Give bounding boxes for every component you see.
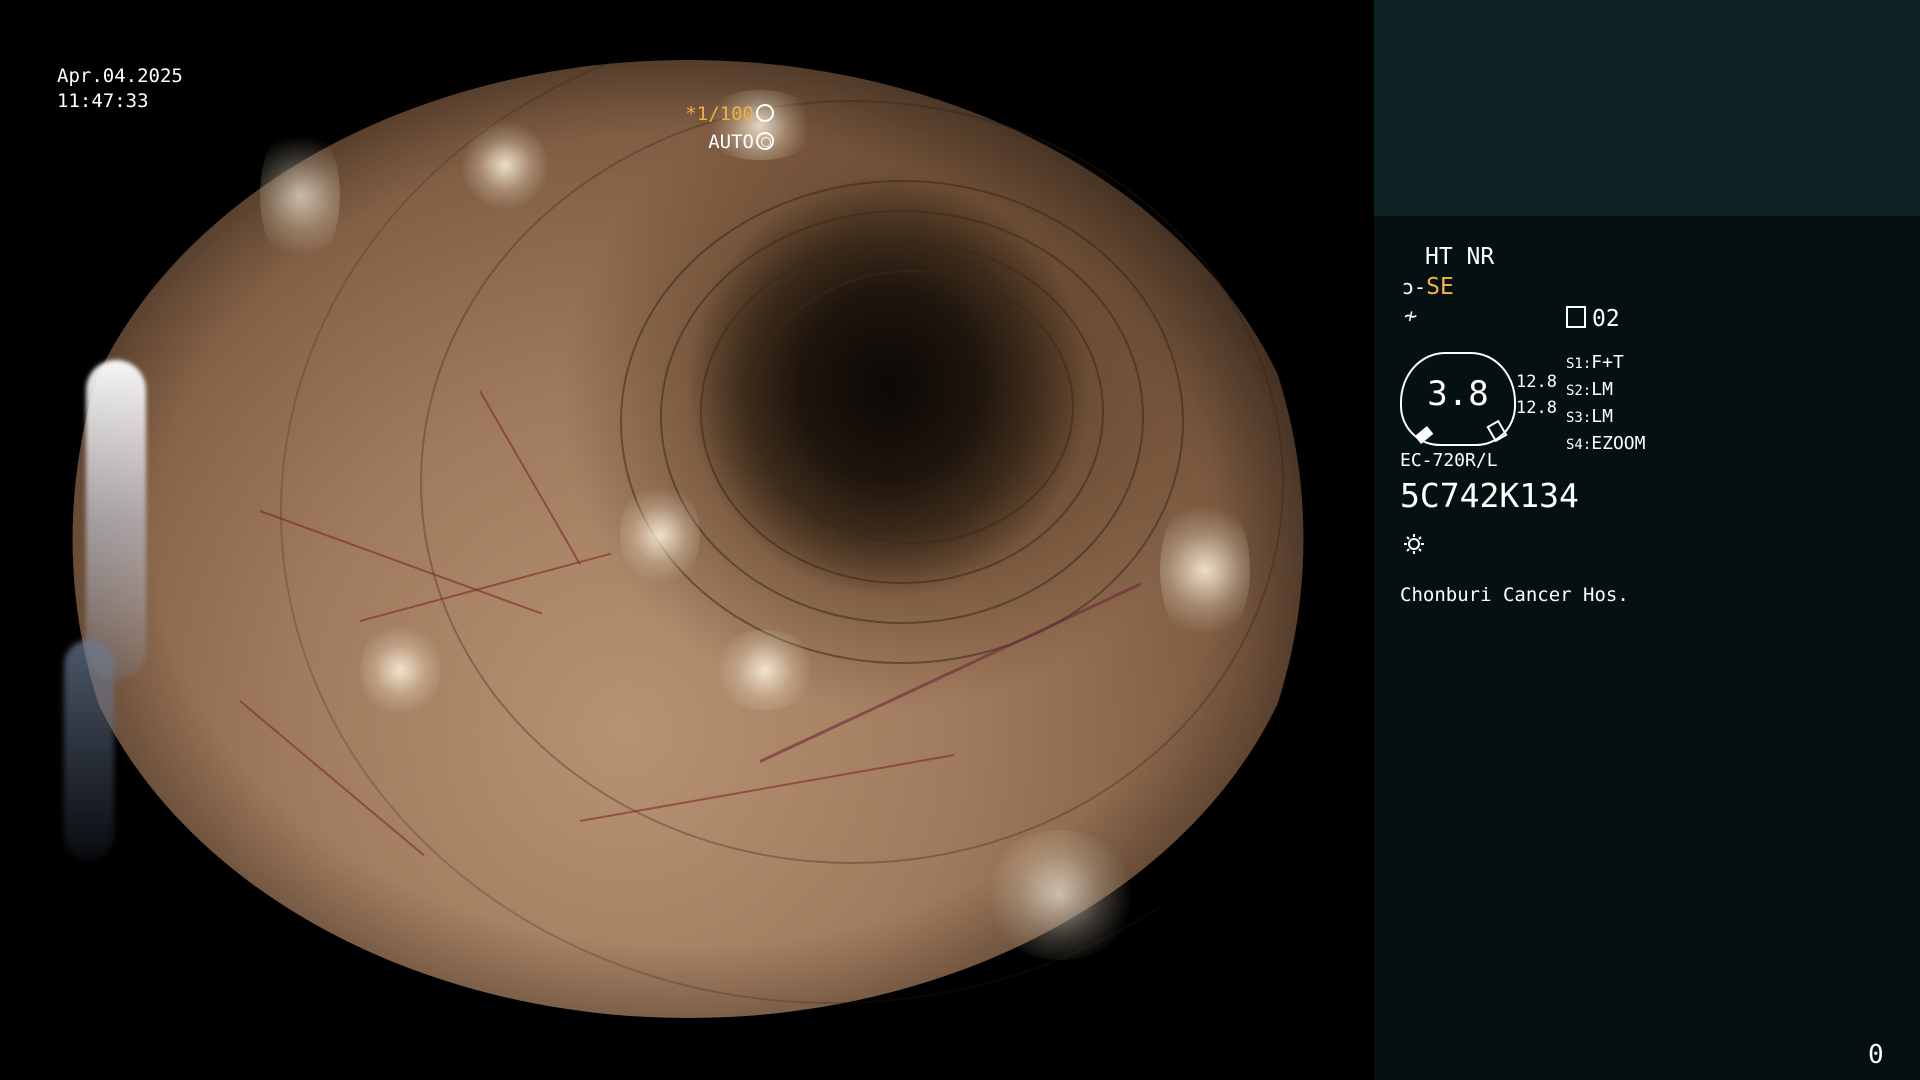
scope-serial: 5C742K134 <box>1400 476 1579 515</box>
light-icon <box>1404 534 1424 554</box>
hospital-name: Chonburi Cancer Hos. <box>1400 584 1629 606</box>
shutter-value: *1/100 <box>685 103 754 125</box>
switch-row: S2:LM <box>1566 379 1613 400</box>
shutter-info: *1/100 AUTO <box>685 100 774 156</box>
gauge-left-2: 12.8 <box>1516 398 1557 418</box>
enhance-icon: ≁ <box>1404 304 1418 329</box>
memory-icon <box>1566 306 1586 328</box>
frame-counter: 0 <box>1868 1040 1884 1070</box>
switch-row: S4:EZOOM <box>1566 433 1646 454</box>
gauge-left-1: 12.8 <box>1516 372 1557 392</box>
status-panel <box>1374 216 1920 1080</box>
se-label: SE <box>1426 274 1454 300</box>
switch-row: S3:LM <box>1566 406 1613 427</box>
date-text: Apr.04.2025 <box>57 65 183 87</box>
time-text: 11:47:33 <box>57 90 149 112</box>
light-reflection <box>86 360 146 680</box>
se-icon: ɔ‐ <box>1402 275 1427 299</box>
iris-icon <box>756 132 774 150</box>
iris-mode: AUTO <box>708 131 754 153</box>
switch-row: S1:F+T <box>1566 352 1624 373</box>
memory-number: 02 <box>1592 306 1620 332</box>
switch-list: S1:F+T S2:LM S3:LM S4:EZOOM <box>1566 350 1645 458</box>
brightness-gauge: 3.8 <box>1400 352 1516 446</box>
scope-model: EC-720R/L <box>1400 450 1498 471</box>
timestamp: Apr.04.2025 11:47:33 <box>57 64 183 114</box>
status-panel-header <box>1374 0 1920 216</box>
mode-line: HT NR <box>1425 244 1495 270</box>
shutter-icon <box>756 104 774 122</box>
endoscopy-video-area: Apr.04.2025 11:47:33 *1/100 AUTO <box>0 0 1374 1080</box>
gauge-value: 3.8 <box>1427 374 1489 414</box>
